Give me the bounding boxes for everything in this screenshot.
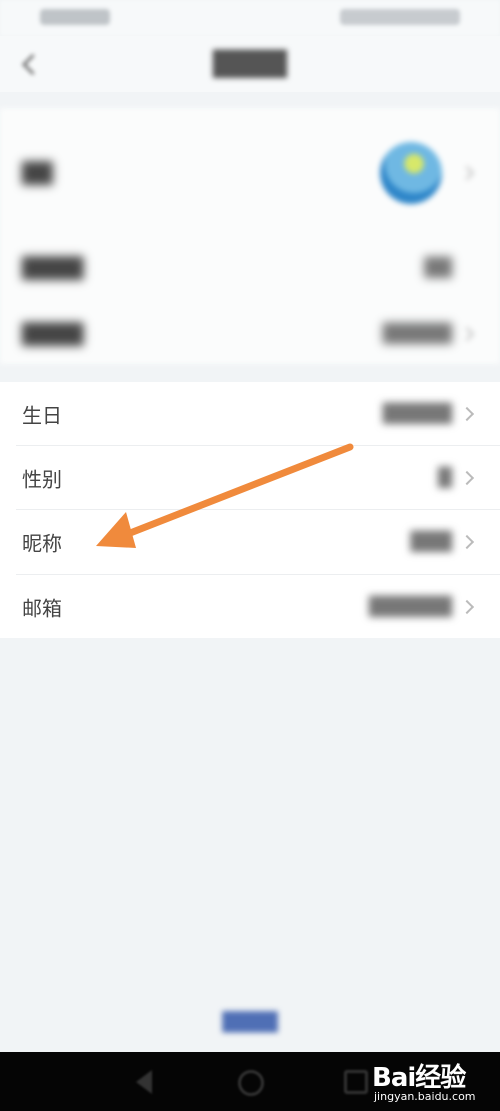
account-card: ██ ████ ██ ████ █████ — [0, 108, 500, 364]
email-value-blurred: ██████ — [368, 596, 452, 618]
nav-recent-icon[interactable] — [344, 1070, 368, 1094]
birthday-row[interactable]: 生日 █████ — [0, 382, 500, 446]
top-bar: ████ — [0, 36, 500, 92]
chevron-right-icon — [459, 599, 475, 615]
status-bar — [0, 0, 500, 36]
bottom-link-blurred[interactable]: ████ — [0, 1012, 500, 1033]
birthday-label: 生日 — [22, 403, 62, 428]
phone-value-blurred: █████ — [382, 323, 452, 345]
gender-row[interactable]: 性别 █ — [0, 446, 500, 510]
account-label-blurred: ████ — [22, 256, 84, 280]
avatar[interactable] — [380, 142, 442, 204]
birthday-value-blurred: █████ — [382, 403, 452, 425]
nav-home-icon[interactable] — [238, 1070, 264, 1096]
gender-label: 性别 — [22, 467, 62, 492]
baidu-watermark: Bai经验 jingyan.baidu.com — [372, 1057, 492, 1103]
chevron-right-icon — [459, 534, 475, 550]
phone-label-blurred: ████ — [22, 322, 84, 346]
nickname-label: 昵称 — [22, 531, 62, 556]
chevron-right-icon — [459, 326, 475, 342]
account-value-blurred: ██ — [424, 257, 452, 279]
chevron-right-icon — [459, 165, 475, 181]
account-row-blurred[interactable]: ████ ██ — [0, 236, 500, 300]
chevron-right-icon — [459, 470, 475, 486]
avatar-label-blurred: ██ — [22, 161, 53, 185]
page-title-blurred: ████ — [213, 50, 287, 78]
watermark-url: jingyan.baidu.com — [374, 1090, 476, 1103]
email-label: 邮箱 — [22, 596, 62, 621]
chevron-right-icon — [459, 406, 475, 422]
system-nav-bar: Bai经验 jingyan.baidu.com — [0, 1052, 500, 1111]
phone-row-blurred[interactable]: ████ █████ — [0, 302, 500, 366]
gender-value-blurred: █ — [438, 467, 452, 489]
nickname-row[interactable]: 昵称 ███ — [0, 510, 500, 574]
avatar-row[interactable]: ██ — [0, 140, 500, 206]
email-row[interactable]: 邮箱 ██████ — [0, 575, 500, 639]
watermark-logo: Bai经验 — [372, 1063, 466, 1093]
status-time-blurred — [40, 9, 110, 25]
nav-back-icon[interactable] — [136, 1070, 152, 1094]
profile-card: 生日 █████ 性别 █ 昵称 ███ 邮箱 ██████ — [0, 382, 500, 638]
status-icons-blurred — [340, 9, 460, 25]
nickname-value-blurred: ███ — [410, 531, 452, 553]
